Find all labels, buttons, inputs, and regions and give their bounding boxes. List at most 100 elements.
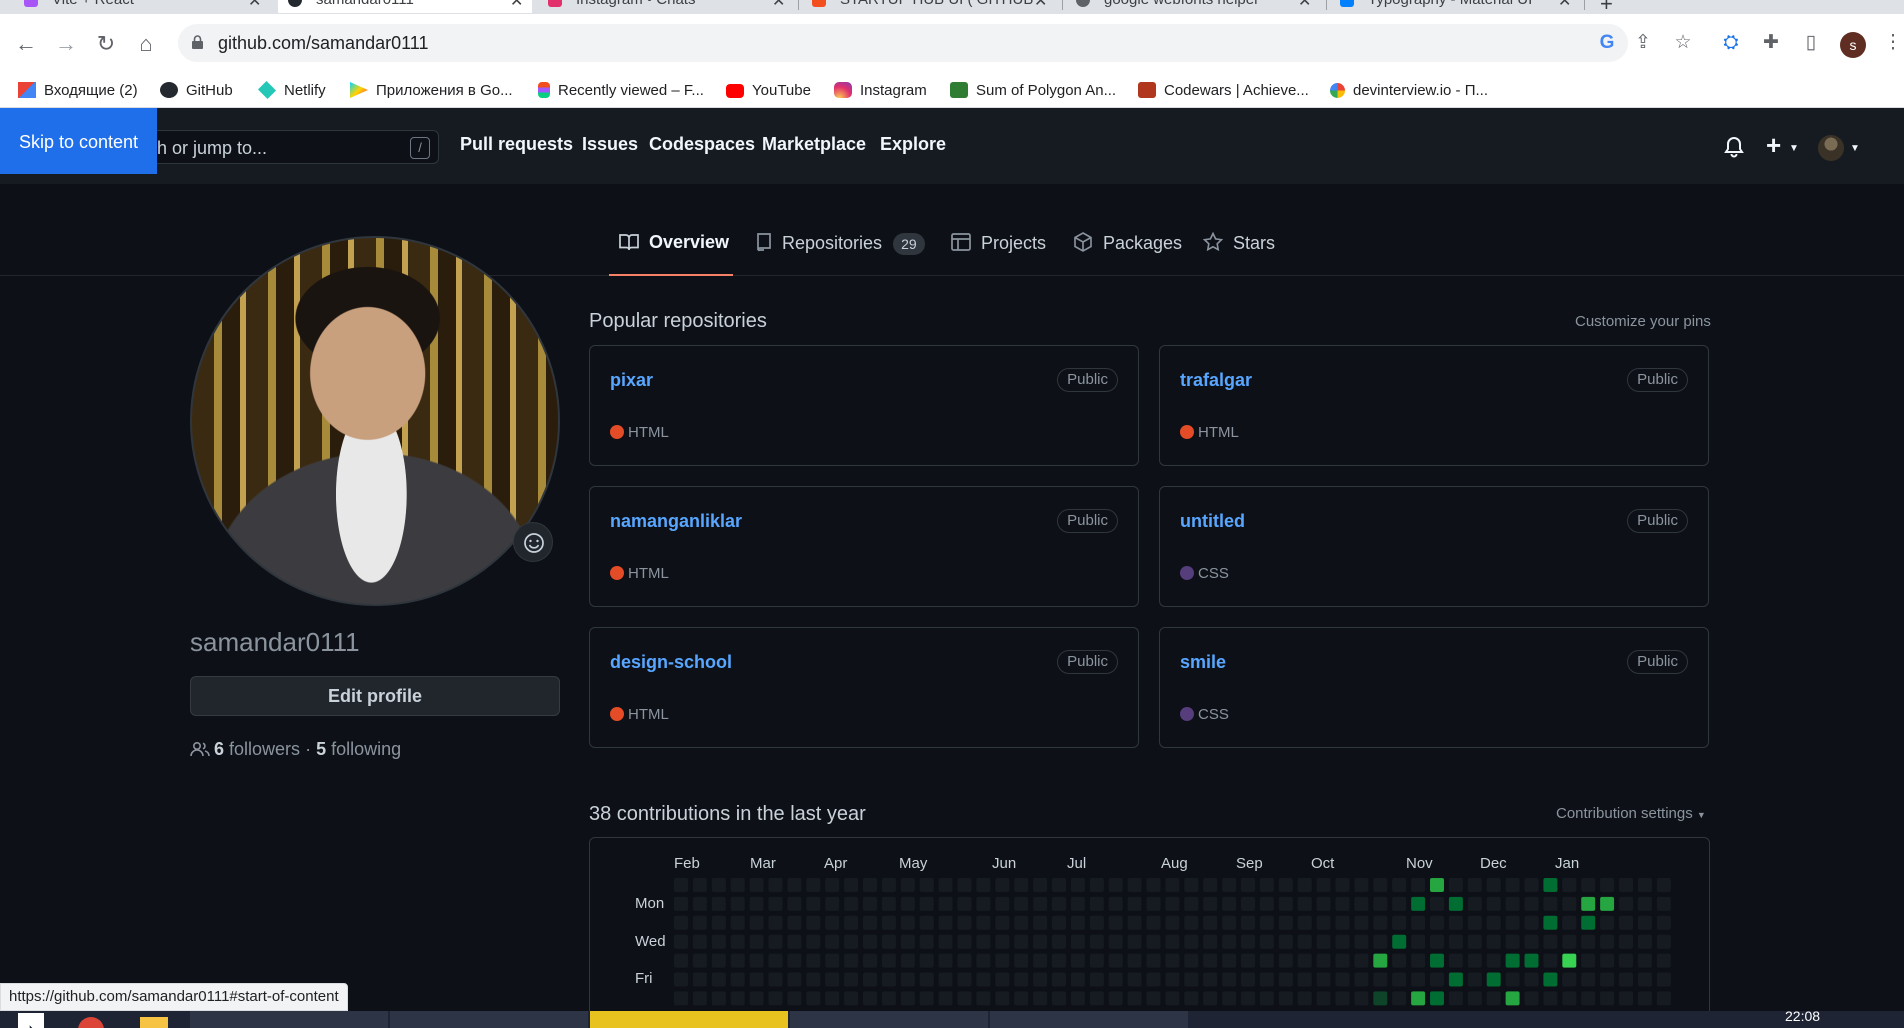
repo-name-link[interactable]: namanganliklar bbox=[610, 511, 742, 532]
taskbar-window[interactable] bbox=[190, 1011, 388, 1028]
contribution-day-cell[interactable] bbox=[938, 896, 954, 912]
contribution-day-cell[interactable] bbox=[692, 953, 708, 969]
contribution-day-cell[interactable] bbox=[1183, 990, 1199, 1006]
contribution-day-cell[interactable] bbox=[1656, 915, 1672, 931]
folder-taskbar-icon[interactable] bbox=[140, 1017, 168, 1028]
contribution-day-cell[interactable] bbox=[1259, 953, 1275, 969]
home-icon[interactable]: ⌂ bbox=[134, 32, 158, 56]
contribution-day-cell[interactable] bbox=[919, 934, 935, 950]
contribution-day-cell[interactable] bbox=[1070, 934, 1086, 950]
bookmark-star-icon[interactable]: ☆ bbox=[1672, 32, 1694, 54]
bookmark-item[interactable]: Входящие (2) bbox=[18, 82, 138, 99]
contribution-day-cell[interactable] bbox=[1391, 915, 1407, 931]
contribution-day-cell[interactable] bbox=[957, 934, 972, 950]
contribution-day-cell[interactable] bbox=[1410, 972, 1426, 987]
contribution-day-cell[interactable] bbox=[938, 915, 954, 931]
contribution-day-cell[interactable] bbox=[1599, 953, 1615, 969]
address-bar[interactable]: github.com/samandar0111 G bbox=[178, 24, 1628, 62]
contribution-day-cell[interactable] bbox=[1202, 915, 1218, 931]
back-arrow-icon[interactable]: ← bbox=[14, 32, 38, 56]
contribution-day-cell[interactable] bbox=[957, 896, 972, 912]
contribution-day-cell[interactable] bbox=[1599, 896, 1615, 912]
contribution-day-cell[interactable] bbox=[1127, 972, 1143, 987]
contribution-day-cell[interactable] bbox=[862, 990, 878, 1006]
contribution-day-cell[interactable] bbox=[994, 934, 1010, 950]
nav-pull-requests[interactable]: Pull requests bbox=[460, 134, 573, 155]
contribution-day-cell[interactable] bbox=[692, 915, 708, 931]
contribution-day-cell[interactable] bbox=[1429, 934, 1445, 950]
contribution-day-cell[interactable] bbox=[1240, 934, 1256, 950]
contribution-day-cell[interactable] bbox=[1656, 990, 1672, 1006]
contribution-day-cell[interactable] bbox=[1391, 990, 1407, 1006]
contribution-day-cell[interactable] bbox=[824, 934, 840, 950]
contribution-day-cell[interactable] bbox=[1278, 878, 1294, 893]
repo-name-link[interactable]: design-school bbox=[610, 652, 732, 673]
contribution-day-cell[interactable] bbox=[786, 934, 802, 950]
contribution-day-cell[interactable] bbox=[862, 878, 878, 893]
contribution-day-cell[interactable] bbox=[749, 915, 765, 931]
bookmark-item[interactable]: Приложения в Go... bbox=[350, 82, 513, 99]
contribution-day-cell[interactable] bbox=[1467, 953, 1483, 969]
contribution-day-cell[interactable] bbox=[711, 896, 727, 912]
contribution-day-cell[interactable] bbox=[1391, 953, 1407, 969]
contribution-day-cell[interactable] bbox=[1183, 896, 1199, 912]
contribution-day-cell[interactable] bbox=[1448, 878, 1464, 893]
contribution-day-cell[interactable] bbox=[1202, 972, 1218, 987]
create-new-plus-icon[interactable]: + bbox=[1766, 130, 1781, 161]
contribution-day-cell[interactable] bbox=[919, 915, 935, 931]
bookmark-item[interactable]: Instagram bbox=[834, 82, 927, 99]
contribution-day-cell[interactable] bbox=[805, 953, 821, 969]
extensions-puzzle-icon[interactable]: ✚ bbox=[1760, 32, 1782, 54]
contribution-day-cell[interactable] bbox=[1164, 934, 1180, 950]
contribution-day-cell[interactable] bbox=[938, 990, 954, 1006]
bookmark-item[interactable]: Sum of Polygon An... bbox=[950, 82, 1116, 99]
contribution-day-cell[interactable] bbox=[1618, 878, 1634, 893]
contribution-day-cell[interactable] bbox=[1108, 878, 1124, 893]
close-icon[interactable]: ✕ bbox=[248, 0, 261, 11]
contribution-day-cell[interactable] bbox=[768, 972, 783, 987]
contribution-day-cell[interactable] bbox=[1032, 878, 1048, 893]
contribution-day-cell[interactable] bbox=[1240, 953, 1256, 969]
tab-projects[interactable]: Projects bbox=[951, 232, 1046, 276]
contribution-day-cell[interactable] bbox=[1259, 896, 1275, 912]
contribution-day-cell[interactable] bbox=[711, 934, 727, 950]
contribution-day-cell[interactable] bbox=[1637, 972, 1653, 987]
contribution-day-cell[interactable] bbox=[1561, 934, 1577, 950]
edit-profile-button[interactable]: Edit profile bbox=[190, 676, 560, 716]
contribution-day-cell[interactable] bbox=[1051, 915, 1067, 931]
contribution-day-cell[interactable] bbox=[994, 878, 1010, 893]
contribution-day-cell[interactable] bbox=[1202, 990, 1218, 1006]
contribution-day-cell[interactable] bbox=[1429, 990, 1445, 1006]
contribution-day-cell[interactable] bbox=[1278, 953, 1294, 969]
menu-dots-icon[interactable]: ⋮ bbox=[1882, 32, 1904, 54]
contribution-day-cell[interactable] bbox=[1580, 915, 1596, 931]
contribution-day-cell[interactable] bbox=[843, 990, 859, 1006]
contribution-day-cell[interactable] bbox=[1410, 878, 1426, 893]
contribution-day-cell[interactable] bbox=[1089, 990, 1105, 1006]
contribution-day-cell[interactable] bbox=[1164, 972, 1180, 987]
contribution-day-cell[interactable] bbox=[1486, 953, 1502, 969]
contribution-day-cell[interactable] bbox=[1505, 878, 1521, 893]
contribution-day-cell[interactable] bbox=[919, 990, 935, 1006]
contribution-day-cell[interactable] bbox=[1542, 915, 1558, 931]
browser-tab-active[interactable]: samandar0111 ✕ bbox=[278, 0, 532, 13]
contribution-day-cell[interactable] bbox=[1372, 972, 1388, 987]
nav-explore[interactable]: Explore bbox=[880, 134, 946, 155]
contribution-day-cell[interactable] bbox=[786, 953, 802, 969]
nav-marketplace[interactable]: Marketplace bbox=[762, 134, 866, 155]
repo-name-link[interactable]: pixar bbox=[610, 370, 653, 391]
taskbar-window[interactable] bbox=[390, 1011, 588, 1028]
contribution-day-cell[interactable] bbox=[1183, 878, 1199, 893]
contribution-day-cell[interactable] bbox=[862, 896, 878, 912]
contribution-day-cell[interactable] bbox=[1372, 915, 1388, 931]
contribution-day-cell[interactable] bbox=[1637, 953, 1653, 969]
contribution-day-cell[interactable] bbox=[1013, 896, 1029, 912]
contribution-day-cell[interactable] bbox=[1542, 934, 1558, 950]
contribution-day-cell[interactable] bbox=[1448, 972, 1464, 987]
contribution-day-cell[interactable] bbox=[881, 896, 897, 912]
contribution-day-cell[interactable] bbox=[1467, 896, 1483, 912]
contribution-day-cell[interactable] bbox=[957, 878, 972, 893]
contribution-day-cell[interactable] bbox=[1013, 990, 1029, 1006]
contribution-day-cell[interactable] bbox=[1297, 915, 1313, 931]
contribution-settings-dropdown[interactable]: Contribution settings ▼ bbox=[1556, 805, 1706, 822]
